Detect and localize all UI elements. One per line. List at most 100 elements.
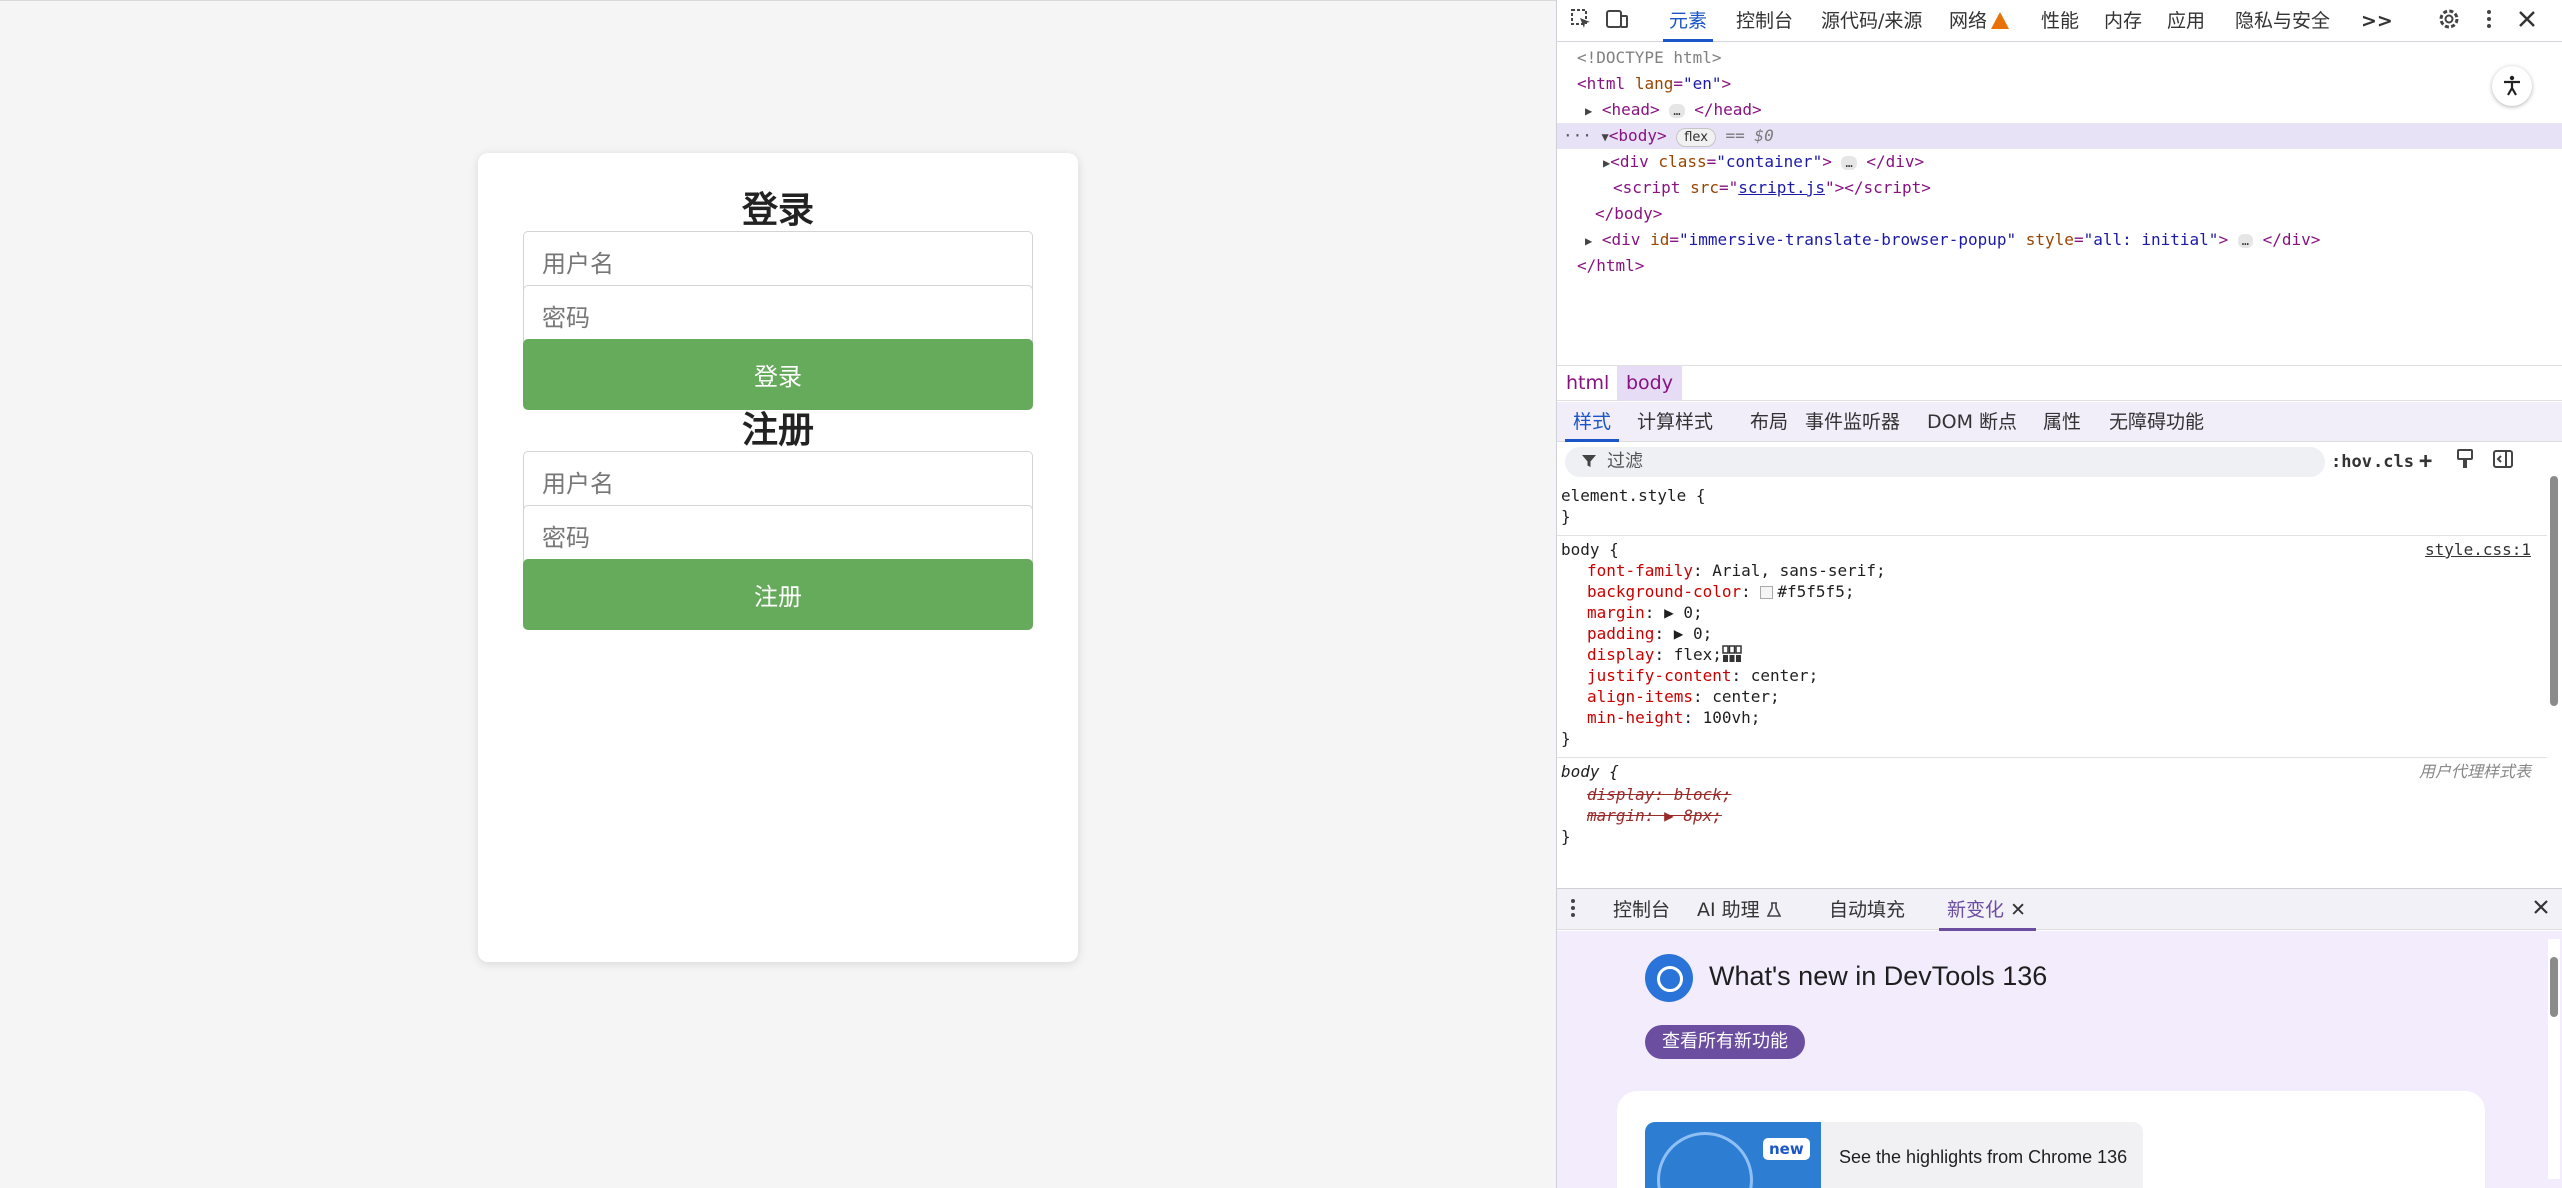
- html-lang-attr: lang: [1634, 74, 1674, 93]
- div-close-tag: div: [1885, 152, 1915, 171]
- head-close-tag: head: [1713, 100, 1752, 119]
- rule-divider: [1557, 535, 2547, 536]
- scrollbar-thumb[interactable]: [2550, 957, 2558, 1017]
- rule-padding[interactable]: padding: ▶ 0;: [1587, 623, 1712, 644]
- tab-performance[interactable]: 性能: [2041, 0, 2079, 42]
- subtab-properties[interactable]: 属性: [2043, 402, 2081, 442]
- subtab-layout[interactable]: 布局: [1750, 402, 1788, 442]
- highlight-item[interactable]: new See the highlights from Chrome 136: [1645, 1122, 2143, 1188]
- collapse-triangle-icon[interactable]: ▼: [1602, 130, 1609, 144]
- close-tab-icon[interactable]: ✕: [2010, 899, 2026, 921]
- rule-min-height[interactable]: min-height: 100vh;: [1587, 707, 1760, 728]
- doctype-text: <!DOCTYPE html>: [1577, 48, 1722, 67]
- drawer-tab-whats-new[interactable]: 新变化 ✕: [1939, 889, 2036, 931]
- ellipsis-icon[interactable]: …: [1669, 104, 1685, 118]
- script-tag: script: [1622, 178, 1681, 197]
- styles-subtabs: 样式 计算样式 布局 事件监听器 DOM 断点 属性 无障碍功能: [1557, 402, 2562, 442]
- ellipsis-icon[interactable]: …: [2237, 234, 2253, 248]
- subtab-computed[interactable]: 计算样式: [1637, 402, 1713, 442]
- dom-popup-div[interactable]: ▶ <div id="immersive-translate-browser-p…: [1557, 227, 2562, 253]
- body-close-tag: </body>: [1595, 204, 1663, 223]
- rule-justify-content[interactable]: justify-content: center;: [1587, 665, 1818, 686]
- dom-script[interactable]: <script src="script.js"></script>: [1557, 175, 2562, 201]
- expand-triangle-icon[interactable]: ▶: [1585, 234, 1592, 248]
- subtab-accessibility[interactable]: 无障碍功能: [2109, 402, 2204, 442]
- warning-icon: [1991, 12, 2010, 29]
- kebab-menu-icon[interactable]: [2475, 7, 2503, 35]
- prop-value: ▶ 0;: [1673, 624, 1713, 643]
- new-style-rule-button[interactable]: +: [2419, 449, 2432, 475]
- dom-html-close[interactable]: </html>: [1557, 253, 2562, 279]
- highlight-text: See the highlights from Chrome 136: [1839, 1147, 2128, 1167]
- subtab-event-listeners[interactable]: 事件监听器: [1805, 402, 1900, 442]
- breadcrumb-html[interactable]: html: [1557, 366, 1618, 401]
- tab-privacy-security[interactable]: 隐私与安全: [2235, 0, 2330, 42]
- row-menu-icon[interactable]: ···: [1563, 126, 1592, 145]
- body-rule-close: }: [1561, 729, 1571, 748]
- ua-rule-selector: body {: [1561, 762, 1619, 781]
- tab-sources[interactable]: 源代码/来源: [1821, 0, 1922, 42]
- tab-memory[interactable]: 内存: [2104, 0, 2142, 42]
- inspect-element-icon[interactable]: [1567, 7, 1595, 35]
- subtab-dom-breakpoints[interactable]: DOM 断点: [1927, 402, 2017, 442]
- tab-console[interactable]: 控制台: [1736, 0, 1793, 42]
- whats-new-title: What's new in DevTools 136: [1709, 961, 2048, 991]
- styles-filter-input[interactable]: 过滤: [1565, 447, 2325, 477]
- dom-doctype[interactable]: <!DOCTYPE html>: [1557, 45, 2562, 71]
- dom-head[interactable]: ▶ <head> … </head>: [1557, 97, 2562, 123]
- color-swatch[interactable]: [1760, 586, 1774, 599]
- subtab-styles[interactable]: 样式: [1564, 402, 1620, 442]
- hov-button[interactable]: :hov: [2331, 449, 2372, 475]
- ua-rule-margin: margin: ▶ 8px;: [1587, 806, 1722, 825]
- selected-eq-text: == $0: [1725, 126, 1774, 145]
- cls-button[interactable]: .cls: [2373, 449, 2414, 475]
- tab-network[interactable]: 网络: [1949, 0, 2010, 42]
- drawer-tab-ai-assistant[interactable]: AI 助理: [1697, 889, 1782, 931]
- rule-background-color[interactable]: background-color: #f5f5f5;: [1587, 581, 1854, 602]
- div-class-attr: class: [1658, 152, 1707, 171]
- rule-divider: [1557, 757, 2547, 758]
- whats-new-scrollbar[interactable]: [2548, 939, 2560, 1179]
- register-button[interactable]: 注册: [523, 559, 1033, 630]
- dom-body-close[interactable]: </body>: [1557, 201, 2562, 227]
- script-src-link[interactable]: script.js: [1738, 178, 1825, 197]
- drawer-tab-console[interactable]: 控制台: [1613, 889, 1670, 931]
- dom-html-open[interactable]: <html lang="en">: [1557, 71, 2562, 97]
- ellipsis-icon[interactable]: …: [1841, 156, 1857, 170]
- more-tabs-icon[interactable]: >>: [2361, 0, 2393, 42]
- style-source-link[interactable]: style.css:1: [2425, 539, 2531, 560]
- login-button[interactable]: 登录: [523, 339, 1033, 410]
- dom-body-selected[interactable]: ··· ▼<body> flex == $0: [1557, 123, 2562, 149]
- filter-icon: [1581, 447, 1597, 477]
- paint-brush-icon[interactable]: [2451, 448, 2479, 476]
- device-toolbar-icon[interactable]: [1603, 7, 1631, 35]
- rule-align-items[interactable]: align-items: center;: [1587, 686, 1780, 707]
- settings-gear-icon[interactable]: [2435, 7, 2463, 35]
- toggle-sidebar-icon[interactable]: [2489, 448, 2517, 476]
- html-close-tag: </html>: [1577, 256, 1645, 275]
- see-all-features-button[interactable]: 查看所有新功能: [1645, 1025, 1805, 1059]
- dom-div-container[interactable]: ▶<div class="container"> … </div>: [1557, 149, 2562, 175]
- rule-font-family[interactable]: font-family: Arial, sans-serif;: [1587, 560, 1886, 581]
- expand-triangle-icon[interactable]: ▶: [1585, 104, 1592, 118]
- scrollbar-thumb[interactable]: [2550, 476, 2558, 706]
- element-style-selector[interactable]: element.style {: [1561, 485, 1706, 506]
- tab-application[interactable]: 应用: [2167, 0, 2205, 42]
- close-devtools-icon[interactable]: [2513, 7, 2541, 35]
- prop-name: font-family: [1587, 561, 1693, 580]
- auth-container: 登录 登录 注册 注册: [478, 153, 1078, 962]
- flexbox-editor-icon[interactable]: [1722, 645, 1742, 664]
- drawer-menu-icon[interactable]: [1559, 896, 1587, 924]
- breadcrumb-body[interactable]: body: [1617, 366, 1682, 401]
- tab-elements[interactable]: 元素: [1662, 0, 1714, 42]
- close-drawer-icon[interactable]: [2527, 896, 2555, 924]
- flex-badge[interactable]: flex: [1676, 128, 1716, 147]
- accessibility-tree-icon[interactable]: [2492, 66, 2532, 106]
- styles-scrollbar[interactable]: [2548, 444, 2560, 886]
- rule-display[interactable]: display: flex;: [1587, 644, 1742, 665]
- prop-value: Arial, sans-serif;: [1712, 561, 1886, 580]
- styles-pane: element.style { } body { style.css:1 fon…: [1557, 481, 2547, 859]
- drawer-tab-autofill[interactable]: 自动填充: [1829, 889, 1905, 931]
- rule-margin[interactable]: margin: ▶ 0;: [1587, 602, 1703, 623]
- body-rule-selector[interactable]: body {: [1561, 539, 1619, 560]
